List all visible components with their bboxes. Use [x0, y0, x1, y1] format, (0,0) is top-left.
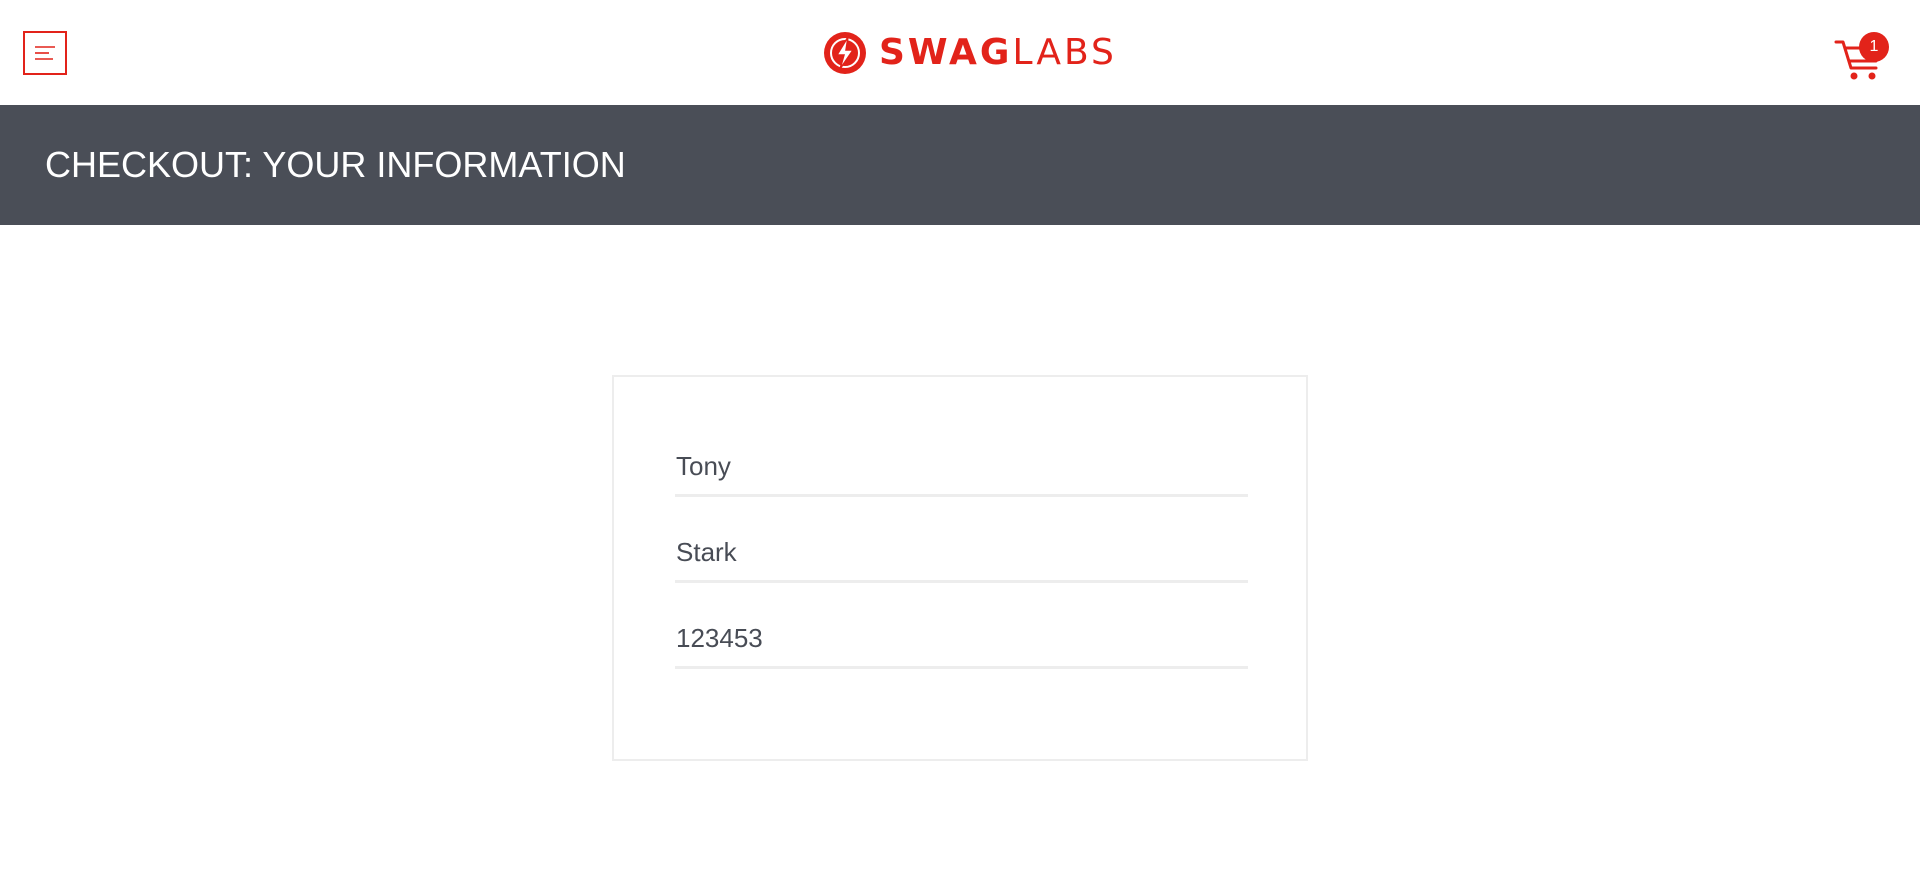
cart-badge: 1 — [1859, 32, 1889, 62]
page-title: CHECKOUT: YOUR INFORMATION — [45, 144, 626, 185]
logo-text-bold: SWAG — [879, 32, 1013, 73]
title-bar: CHECKOUT: YOUR INFORMATION — [0, 105, 1920, 225]
header: SWAGLABS 1 — [0, 0, 1920, 105]
menu-button[interactable] — [23, 31, 67, 75]
hamburger-menu-icon — [35, 46, 55, 60]
last-name-input[interactable] — [675, 531, 1248, 583]
logo-text-light: LABS — [1012, 32, 1117, 73]
first-name-input[interactable] — [675, 445, 1248, 497]
logo-text: SWAGLABS — [879, 30, 1117, 76]
shopping-cart-link[interactable]: 1 — [1832, 28, 1894, 84]
app-logo: SWAGLABS — [823, 30, 1117, 76]
postal-code-input[interactable] — [675, 617, 1248, 669]
lightning-circle-icon — [824, 32, 866, 74]
checkout-info-form — [612, 375, 1308, 761]
